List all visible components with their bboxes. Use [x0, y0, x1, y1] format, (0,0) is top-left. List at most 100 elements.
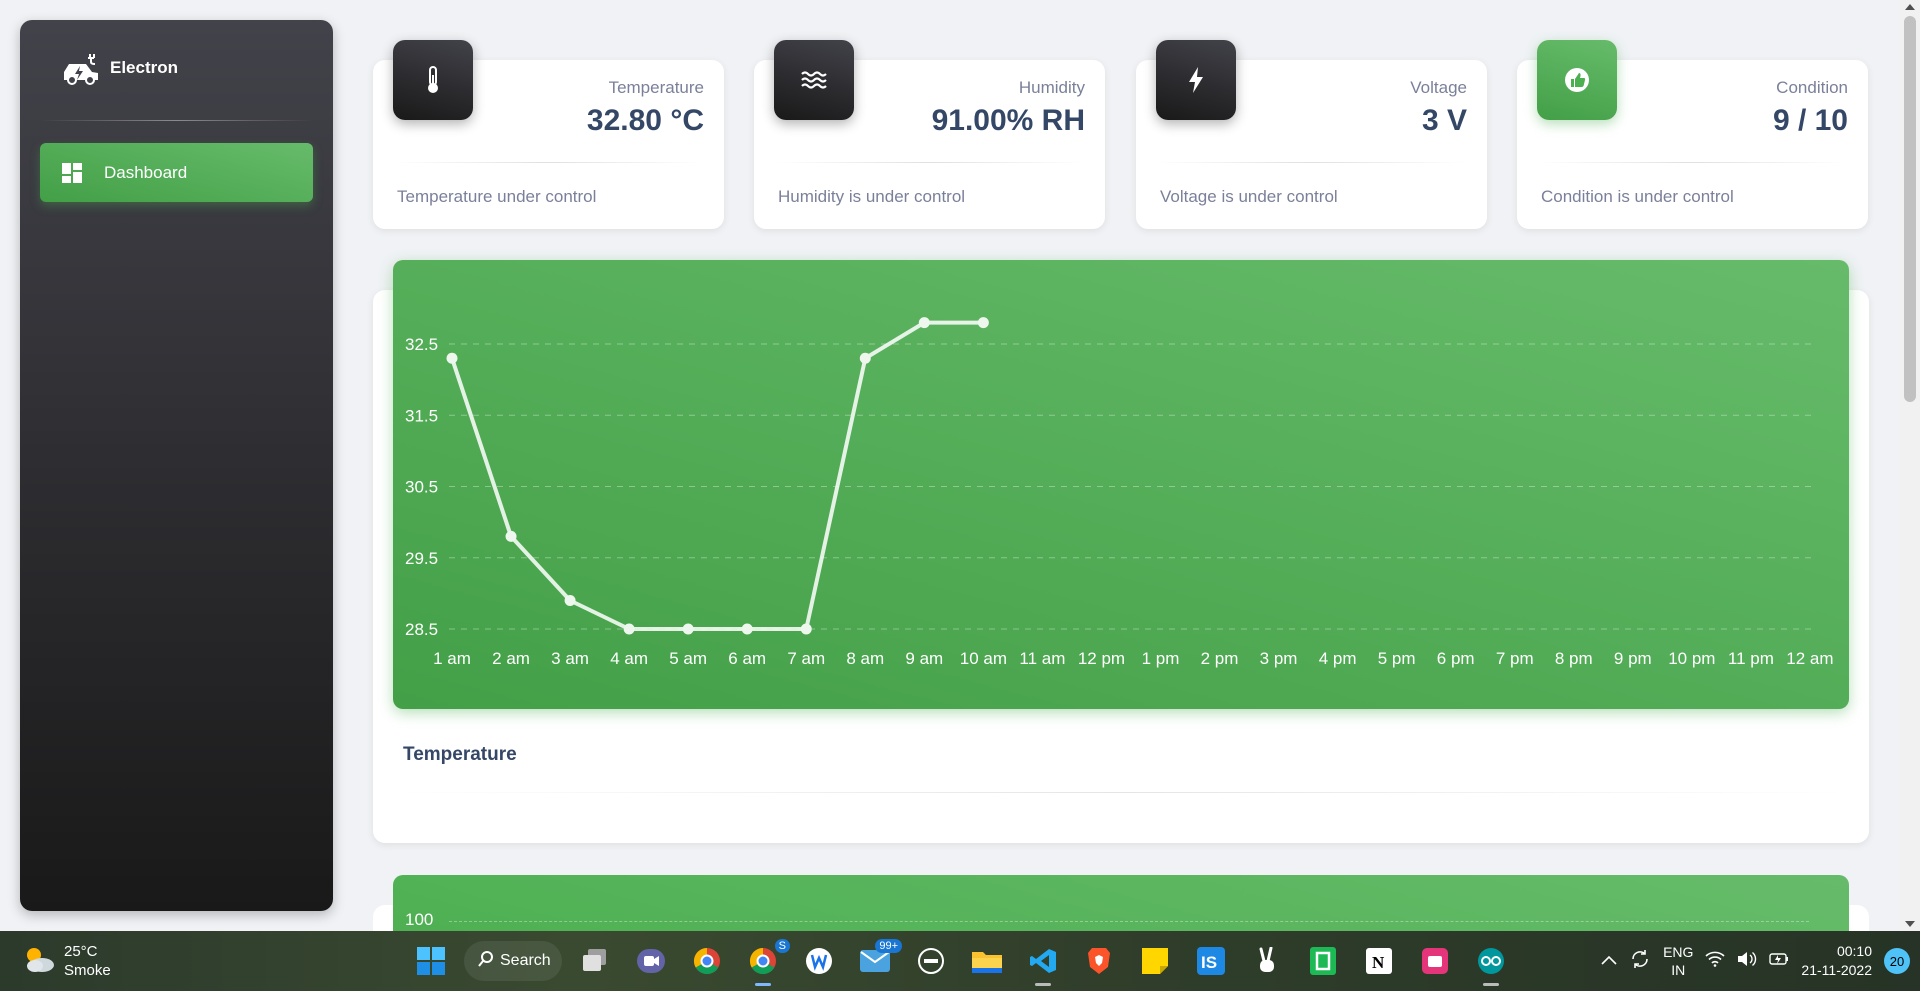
x-tick-label: 8 am: [846, 649, 884, 668]
brand[interactable]: Electron: [60, 50, 178, 86]
is-app-icon[interactable]: IS: [1188, 939, 1234, 983]
chrome-profile-badge: S: [774, 939, 790, 953]
x-tick-label: 4 am: [610, 649, 648, 668]
x-tick-label: 9 pm: [1614, 649, 1652, 668]
humidity-card: Humidity 91.00% RH Humidity is under con…: [754, 40, 1105, 229]
sidebar-item-dashboard[interactable]: Dashboard: [40, 143, 313, 202]
x-tick-label: 3 am: [551, 649, 589, 668]
scroll-down-icon[interactable]: [1905, 921, 1915, 927]
card-label: Humidity: [1018, 78, 1085, 97]
x-tick-label: 12 am: [1786, 649, 1833, 668]
data-point: [859, 352, 871, 364]
notion-icon[interactable]: N: [1356, 939, 1402, 983]
sidebar-item-label: Dashboard: [104, 162, 188, 182]
sheets-app-icon[interactable]: [1300, 939, 1346, 983]
card-footer: Condition is under control: [1541, 187, 1734, 206]
x-tick-label: 11 pm: [1728, 649, 1774, 668]
dell-icon[interactable]: [908, 939, 954, 983]
weather-desc: Smoke: [64, 962, 111, 979]
svg-text:N: N: [1372, 953, 1385, 972]
card-footer: Voltage is under control: [1160, 187, 1338, 206]
sticky-notes-icon[interactable]: [1132, 939, 1178, 983]
card-divider: [1537, 162, 1848, 163]
scrollbar-thumb[interactable]: [1904, 16, 1916, 402]
clipchamp-icon[interactable]: [1412, 939, 1458, 983]
x-tick-label: 6 am: [728, 649, 766, 668]
active-indicator: [755, 983, 771, 986]
card-divider: [774, 162, 1085, 163]
sync-icon[interactable]: [1629, 948, 1651, 975]
x-tick-label: 5 pm: [1378, 649, 1416, 668]
data-point: [682, 623, 694, 635]
data-point: [977, 317, 989, 329]
language-indicator[interactable]: ENG IN: [1663, 943, 1693, 979]
brand-name: Electron: [110, 58, 179, 77]
task-view-icon[interactable]: [572, 939, 618, 983]
arduino-icon[interactable]: [1468, 939, 1514, 986]
mail-icon[interactable]: 99+: [852, 939, 902, 983]
start-button[interactable]: [408, 939, 454, 983]
taskbar-apps: Search S 99+ IS N: [408, 939, 1514, 986]
chart-title: Temperature: [403, 744, 517, 765]
x-tick-label: 5 am: [669, 649, 707, 668]
active-indicator: [1035, 983, 1051, 986]
y-tick-label: 28.5: [405, 620, 438, 639]
temperature-chart-svg: 28.5 29.5 30.5 31.5 32.5 1 am 2 am 3 am 4 am 5 am…: [405, 317, 1834, 668]
taskbar-search[interactable]: Search: [464, 941, 562, 981]
data-point: [800, 623, 812, 635]
waves-icon: [774, 40, 854, 120]
card-value: 3 V: [1421, 104, 1467, 137]
clock[interactable]: 00:10 21-11-2022: [1801, 942, 1872, 980]
bolt-icon: [1156, 40, 1236, 120]
y-tick-label: 31.5: [405, 406, 438, 425]
x-tick-label: 11 am: [1019, 649, 1065, 668]
x-tick-label: 8 pm: [1555, 649, 1593, 668]
vscode-icon[interactable]: [1020, 939, 1066, 986]
dashboard-icon: [60, 161, 84, 185]
card-footer: Humidity is under control: [778, 187, 966, 206]
notification-badge[interactable]: 20: [1884, 948, 1910, 974]
wifi-icon[interactable]: [1705, 951, 1725, 972]
card-label: Condition: [1776, 78, 1848, 97]
svg-text:IS: IS: [1201, 953, 1217, 972]
thermometer-icon: [393, 40, 473, 120]
battery-icon[interactable]: [1769, 952, 1789, 971]
brave-icon[interactable]: [1076, 939, 1122, 983]
word-web-icon[interactable]: [796, 939, 842, 983]
chevron-up-icon[interactable]: [1601, 952, 1617, 970]
card-label: Voltage: [1410, 78, 1467, 97]
data-point: [918, 317, 930, 329]
teams-icon[interactable]: [628, 939, 674, 983]
weather-temp: 25°C: [64, 943, 98, 960]
chrome-profile-icon[interactable]: S: [740, 939, 790, 986]
active-indicator: [1483, 983, 1499, 986]
y-tick-label: 32.5: [405, 335, 438, 354]
x-tick-label: 6 pm: [1437, 649, 1475, 668]
x-tick-label: 10 pm: [1668, 649, 1715, 668]
cloud-sun-icon: [22, 944, 56, 979]
temperature-card: Temperature 32.80 °C Temperature under c…: [373, 40, 724, 229]
data-point: [564, 595, 576, 606]
gridline: [449, 921, 1809, 922]
weather-widget[interactable]: 25°C Smoke: [22, 942, 111, 980]
x-tick-label: 7 pm: [1496, 649, 1534, 668]
x-tick-label: 4 pm: [1319, 649, 1357, 668]
mail-badge: 99+: [875, 939, 902, 953]
scroll-up-icon[interactable]: [1905, 4, 1915, 10]
clock-time: 00:10: [1836, 943, 1872, 959]
x-tick-label: 9 am: [905, 649, 943, 668]
chrome-icon[interactable]: [684, 939, 730, 983]
thumb-up-icon: [1537, 40, 1617, 120]
x-tick-label: 10 am: [960, 649, 1007, 668]
volume-icon[interactable]: [1737, 951, 1757, 972]
x-tick-label: 7 am: [787, 649, 825, 668]
x-tick-label: 1 pm: [1142, 649, 1180, 668]
y-tick-label: 100: [405, 910, 434, 929]
card-footer: Temperature under control: [397, 187, 597, 206]
file-explorer-icon[interactable]: [964, 939, 1010, 983]
page-scrollbar[interactable]: [1900, 0, 1920, 931]
peace-hand-icon[interactable]: [1244, 939, 1290, 983]
y-tick-label: 30.5: [405, 478, 438, 497]
windows-taskbar: 25°C Smoke Search S 99+ IS N ENG IN 00:1…: [0, 931, 1920, 991]
clock-date: 21-11-2022: [1801, 962, 1872, 978]
